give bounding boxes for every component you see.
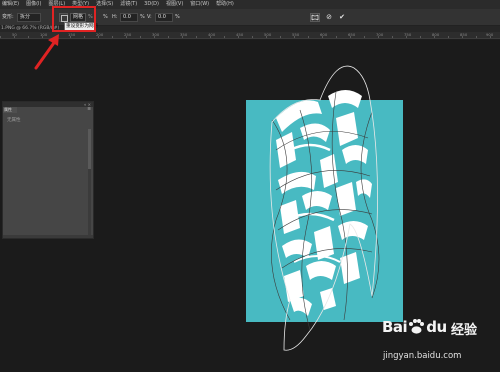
watermark-brand: Bai du: [382, 318, 447, 336]
menu-filter[interactable]: 滤镜(T): [120, 0, 137, 9]
ruler-label: 350: [180, 32, 188, 37]
watermark-brand-du: du: [426, 318, 447, 336]
panel-empty-text: 无属性: [7, 118, 21, 123]
ruler-label: 600: [320, 32, 328, 37]
watermark-brand-bai: Bai: [382, 318, 408, 336]
v-value-percent: %: [175, 14, 180, 20]
watermark-url: jingyan.baidu.com: [383, 351, 462, 361]
ruler-label: 300: [152, 32, 160, 37]
ruler-label: 550: [292, 32, 300, 37]
commit-icon[interactable]: ✔: [337, 13, 347, 22]
panel-menu-icon[interactable]: ≡: [87, 107, 91, 113]
panel-footer: [3, 235, 93, 238]
document-canvas[interactable]: [246, 100, 403, 322]
horizontal-ruler: 50 100 150 200 250 300 350 400 450 500 5…: [0, 32, 500, 39]
menu-3d[interactable]: 3D(D): [144, 0, 159, 9]
watermark-jingyan: 经验: [451, 323, 478, 338]
ruler-label: 650: [348, 32, 356, 37]
h-percent-label: %: [103, 14, 108, 20]
menu-help[interactable]: 帮助(H): [216, 0, 234, 9]
h-value-input[interactable]: 0.0: [120, 13, 138, 22]
menu-view[interactable]: 视图(V): [166, 0, 183, 9]
menu-edit[interactable]: 编辑(E): [2, 0, 19, 9]
menu-window[interactable]: 窗口(W): [190, 0, 209, 9]
warp-split-select[interactable]: 拆分: [17, 13, 41, 22]
warp-mode-icon[interactable]: [310, 13, 320, 22]
ruler-label: 800: [432, 32, 440, 37]
ruler-label: 400: [208, 32, 216, 37]
v-label: V:: [147, 14, 152, 20]
menu-select[interactable]: 选择(S): [96, 0, 113, 9]
warp-mode-glyph: [311, 14, 319, 21]
h-label: H:: [112, 14, 118, 20]
ruler-label: 250: [124, 32, 132, 37]
h-value-percent: %: [140, 14, 145, 20]
ruler-label: 500: [264, 32, 272, 37]
panel-scroll-thumb[interactable]: [88, 129, 91, 169]
ruler-label: 200: [96, 32, 104, 37]
ruler-label: 450: [236, 32, 244, 37]
menu-image[interactable]: 图像(I): [26, 0, 41, 9]
ruler-label: 700: [376, 32, 384, 37]
properties-panel: « × 属性 ≡ 无属性: [2, 101, 94, 239]
baidu-jingyan-watermark: Bai du 经验 jingyan.baidu.com: [382, 316, 497, 368]
v-value-input[interactable]: 0.0: [155, 13, 173, 22]
paw-icon: [409, 319, 425, 334]
tab-properties[interactable]: 属性: [3, 107, 17, 113]
highlight-box: [52, 6, 96, 32]
ruler-label: 900: [486, 32, 494, 37]
ruler-label: 850: [460, 32, 468, 37]
ruler-label: 50: [12, 32, 17, 37]
ruler-label: 750: [404, 32, 412, 37]
cancel-icon[interactable]: ⊘: [324, 13, 334, 22]
ruler-label: 100: [40, 32, 48, 37]
warp-tool-label: 变形:: [2, 14, 14, 20]
ruler-label: 150: [68, 32, 76, 37]
